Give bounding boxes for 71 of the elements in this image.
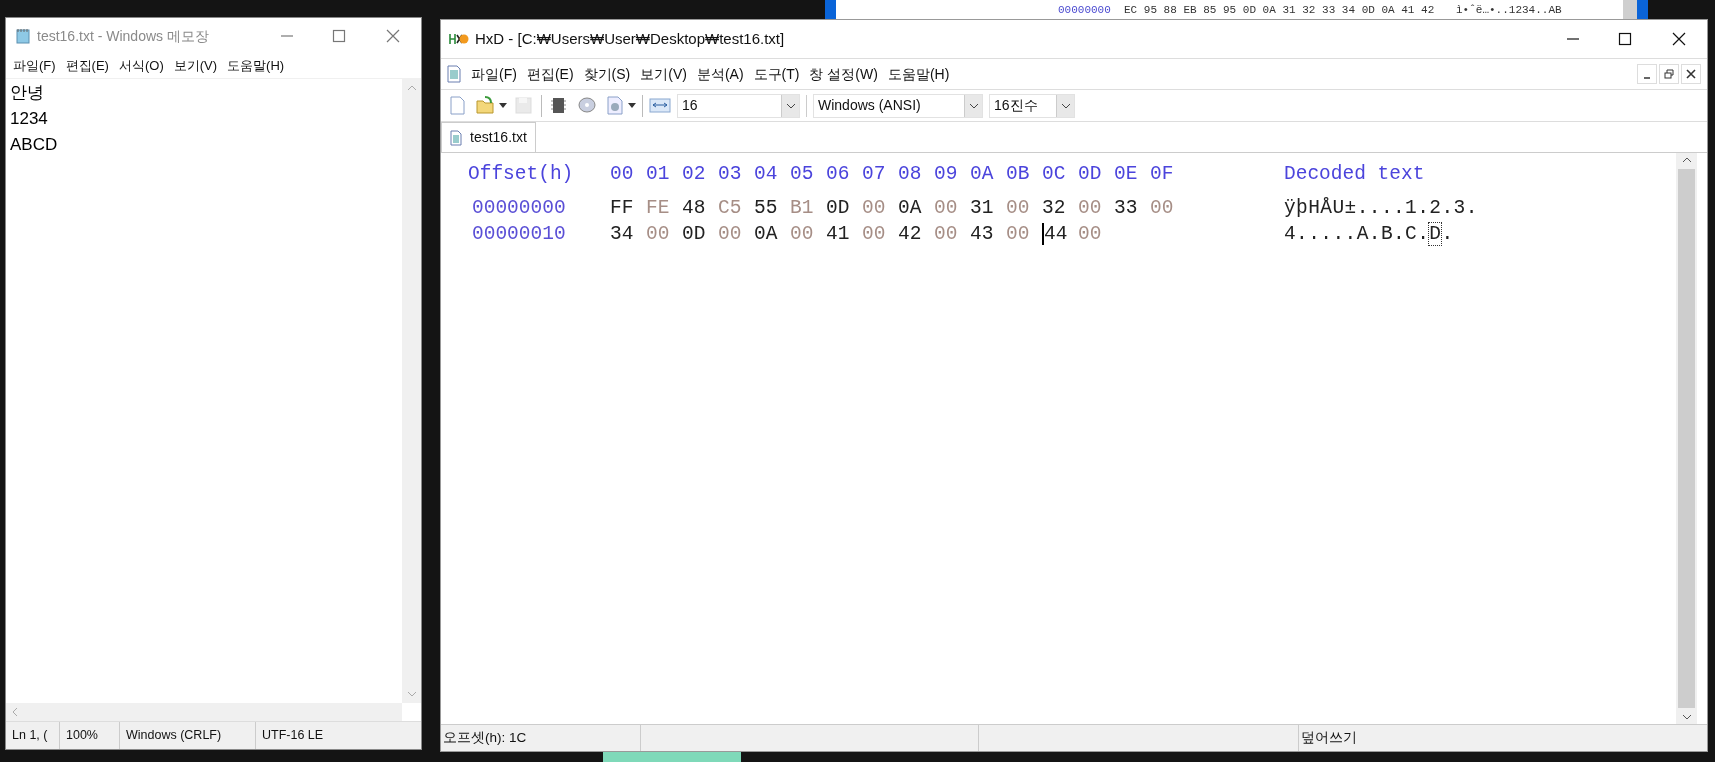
maximize-icon[interactable]	[1618, 32, 1632, 46]
column-header: 08	[898, 162, 923, 188]
text-line: 1234	[10, 108, 49, 130]
offset-label: 00000000	[1058, 4, 1112, 17]
column-header: 07	[862, 162, 887, 188]
decoded-text: ÿþHÅU±....1.2.3.	[1284, 196, 1478, 222]
status-text: Windows (CRLF)	[126, 727, 222, 745]
column-header: 04	[754, 162, 779, 188]
menu-item[interactable]: 파일(F)	[471, 63, 517, 85]
column-header: Decoded text	[1284, 162, 1425, 188]
ram-button[interactable]	[604, 93, 636, 118]
column-header: 02	[682, 162, 707, 188]
menu-item[interactable]: 도움말(H)	[887, 63, 950, 85]
dropdown[interactable]: 16	[677, 93, 800, 118]
close-icon[interactable]	[1672, 32, 1686, 46]
scrollbar[interactable]	[1676, 153, 1697, 724]
scrollbar	[1623, 0, 1637, 19]
chevron-down-icon[interactable]	[968, 102, 979, 109]
column-header: 05	[790, 162, 815, 188]
menu-item[interactable]: 편집(E)	[526, 63, 574, 85]
column-header: 00	[610, 162, 635, 188]
document-icon	[450, 129, 462, 146]
column-header: 03	[718, 162, 743, 188]
byte-cell[interactable]: 33	[1114, 194, 1150, 224]
status-text: UTF-16 LE	[262, 727, 324, 745]
text-line: ABCD	[10, 134, 59, 156]
menu-item[interactable]: 도움말(H)	[224, 56, 288, 76]
dropdown[interactable]: Windows (ANSI)	[813, 93, 983, 118]
file-tab[interactable]: test16.txt	[441, 122, 536, 152]
decoded-text: 4.....A.B.C.D.	[1284, 222, 1454, 248]
status-text: 100%	[66, 727, 98, 745]
column-header: 01	[646, 162, 671, 188]
column-header: 09	[934, 162, 959, 188]
hex-bytes: EC 95 88 EB 85 95 0D 0A 31 32 33 34 0D 0A 41 42	[1124, 4, 1436, 17]
menu-item[interactable]: 도구(T)	[753, 63, 800, 85]
column-header: 06	[826, 162, 851, 188]
menu-item[interactable]: 파일(F)	[10, 56, 59, 76]
offset-cell-text: 00000010	[471, 222, 567, 248]
menu-item[interactable]: 서식(O)	[115, 56, 167, 76]
column-header: 0D	[1078, 162, 1103, 188]
menu-item[interactable]: 분석(A)	[696, 63, 744, 85]
menu-item[interactable]: 창 설정(W)	[809, 63, 878, 85]
app-icon	[449, 32, 469, 46]
menu-item[interactable]: 보기(V)	[170, 56, 221, 76]
text-area[interactable]: 안녕 1234 ABCD	[6, 79, 402, 703]
status-text: 오프셋(h): 1C	[443, 728, 527, 747]
column-header: 0B	[1006, 162, 1031, 188]
status-text: 덮어쓰기	[1301, 728, 1357, 747]
decoded-text: ì•ˆë…•..1234..AB	[1456, 4, 1562, 17]
status-text: Ln 1, (	[12, 727, 48, 745]
column-header: 0F	[1150, 162, 1175, 188]
text-line: 안녕	[10, 82, 45, 104]
menu-item[interactable]: 찾기(S)	[583, 63, 631, 85]
menu-item[interactable]: 편집(E)	[62, 56, 112, 76]
dropdown[interactable]: 16진수	[989, 93, 1075, 118]
offset-cell-text: 00000000	[471, 196, 567, 222]
scrollbar[interactable]	[6, 703, 402, 721]
menu-item[interactable]: 보기(V)	[640, 63, 687, 85]
dropdown-arrow-icon[interactable]	[499, 103, 507, 108]
chevron-down-icon[interactable]	[1060, 102, 1071, 109]
window-title: test16.txt - Windows 메모장	[37, 26, 209, 46]
column-header: 0E	[1114, 162, 1139, 188]
column-header: 0A	[970, 162, 995, 188]
notepad-icon	[15, 28, 31, 44]
window-title: HxD - [C:₩Users₩User₩Desktop₩test16.txt]	[475, 28, 785, 49]
document-icon[interactable]	[447, 65, 461, 83]
scrollbar-thumb[interactable]	[1678, 169, 1695, 708]
chevron-down-icon[interactable]	[785, 102, 796, 109]
column-header: 0C	[1042, 162, 1067, 188]
column-header: Offset(h)	[468, 162, 575, 188]
dropdown-arrow-icon[interactable]	[628, 103, 636, 108]
